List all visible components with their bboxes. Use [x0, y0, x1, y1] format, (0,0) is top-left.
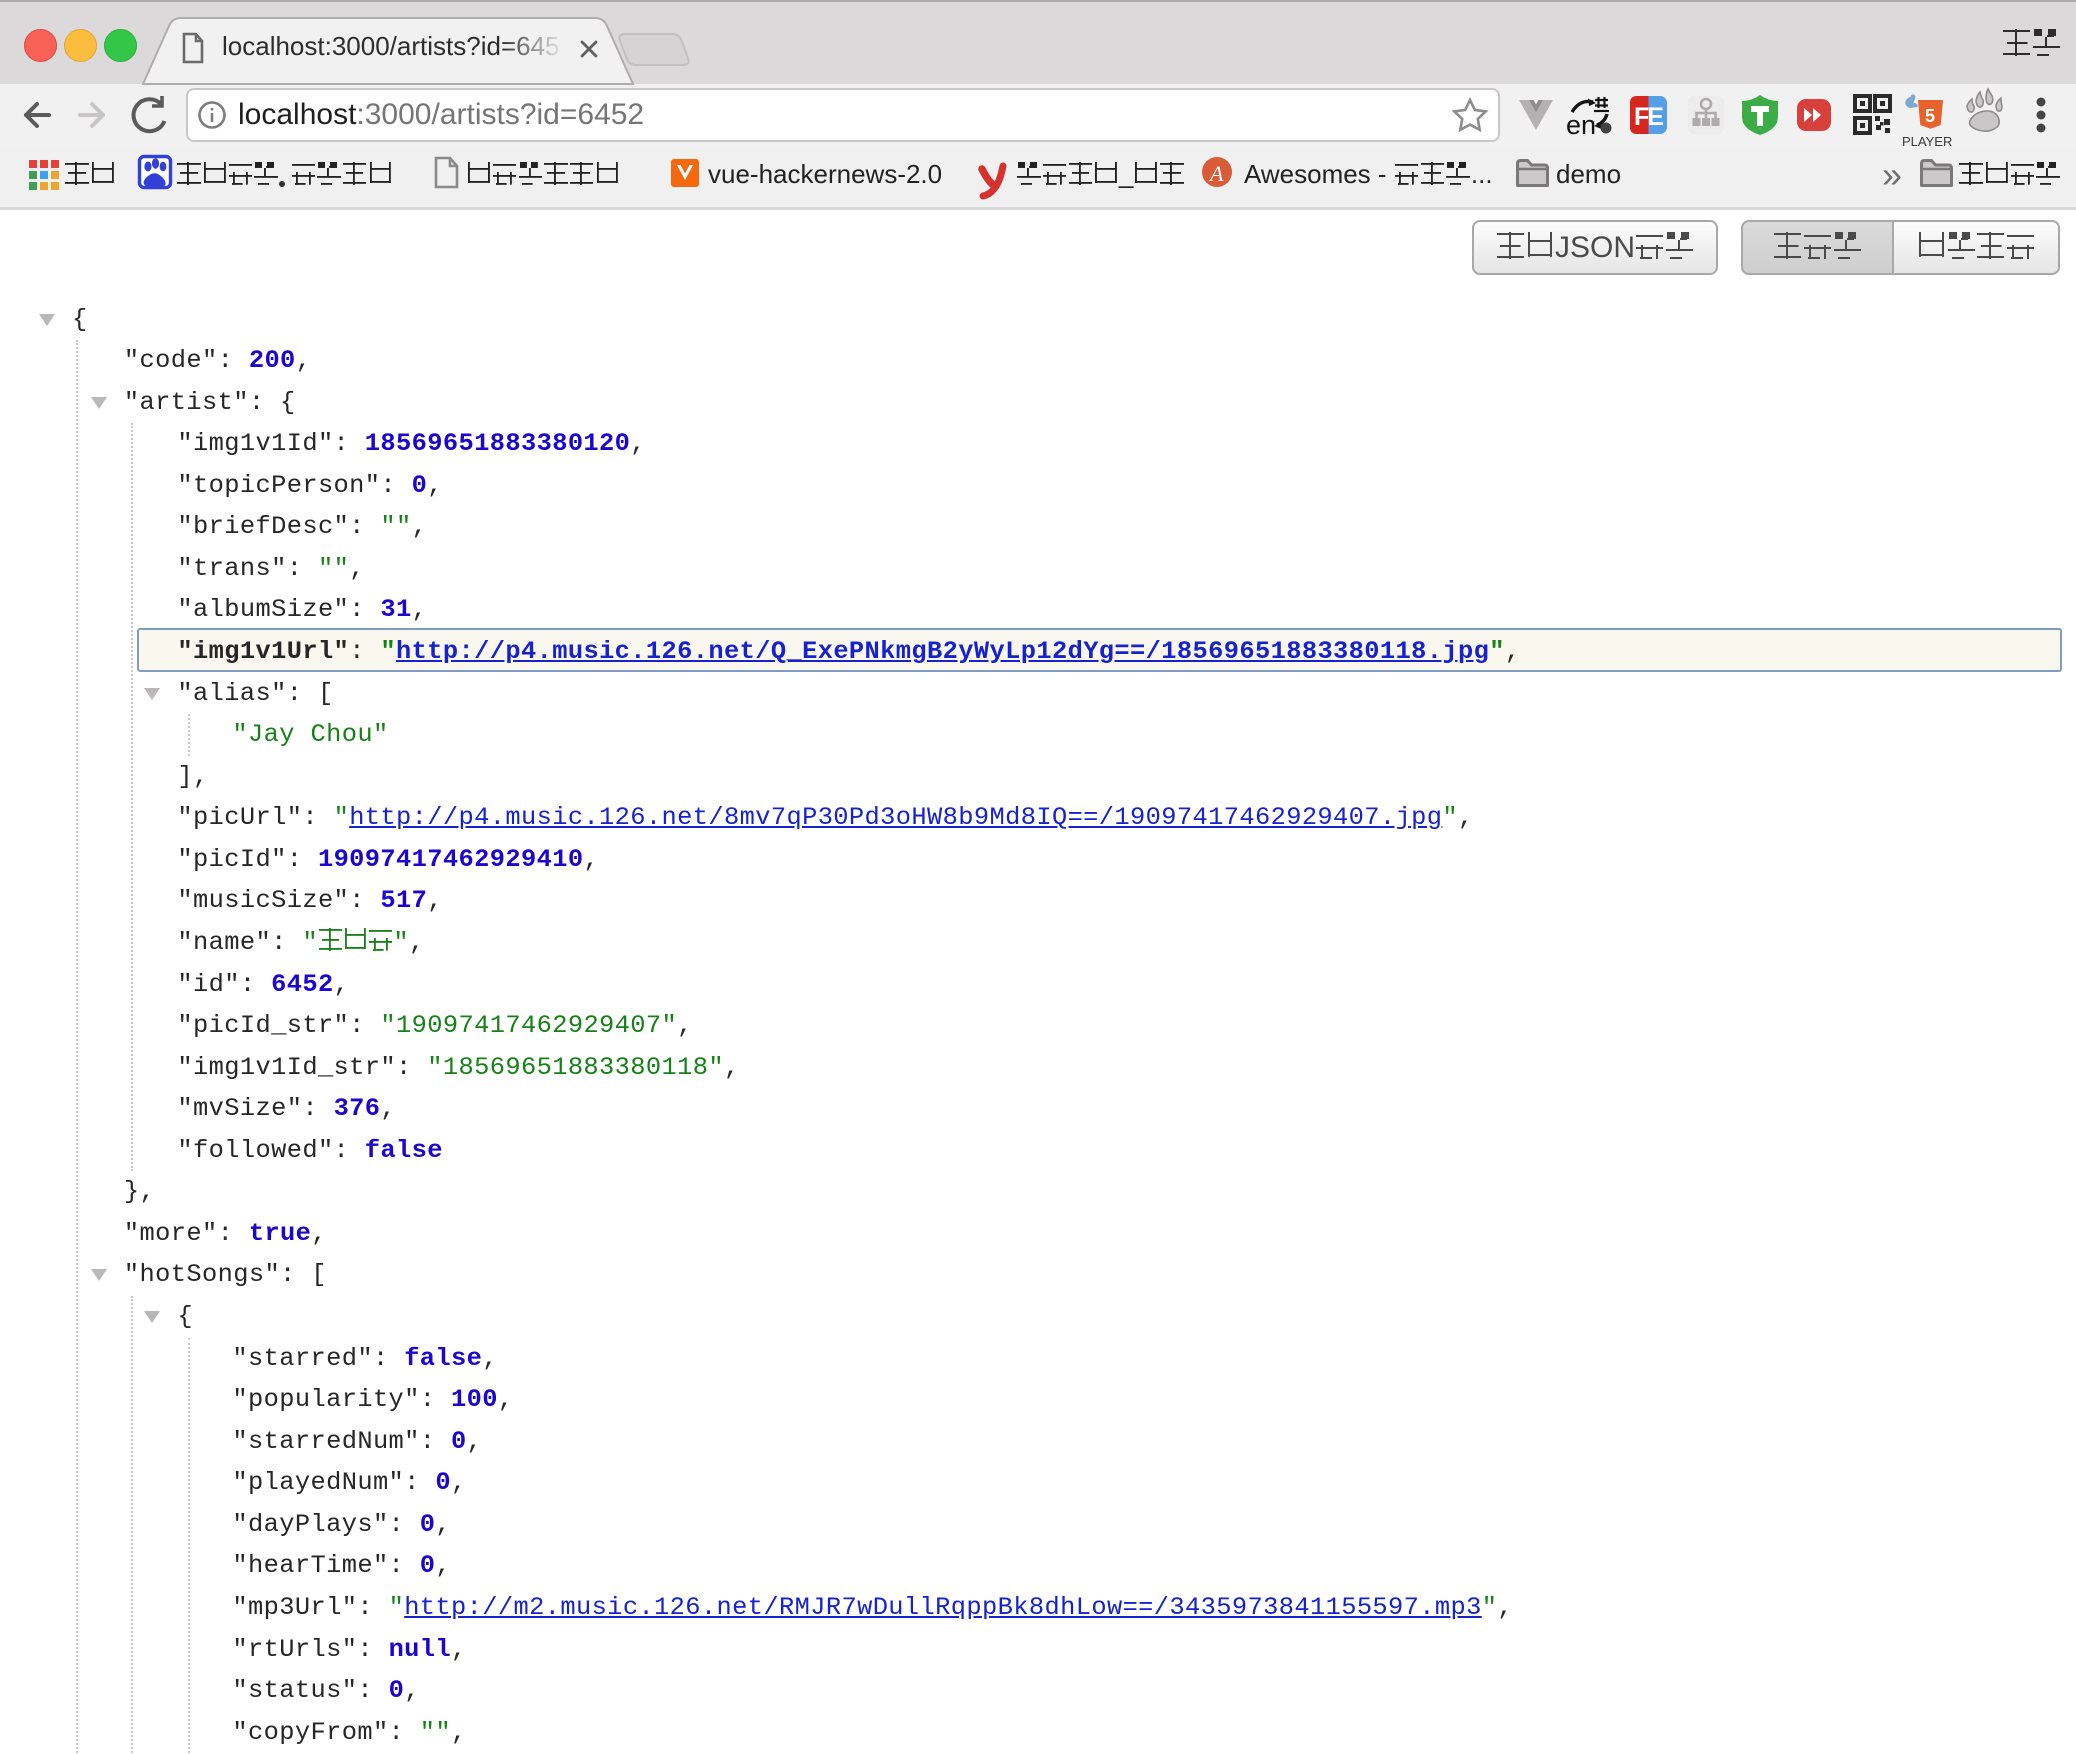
svg-text:FE: FE — [1634, 103, 1663, 131]
svg-text:en: en — [1566, 110, 1596, 140]
svg-text:PLAYER: PLAYER — [1902, 134, 1952, 149]
svg-text:5: 5 — [1925, 106, 1935, 126]
svg-text:A: A — [1208, 161, 1224, 186]
